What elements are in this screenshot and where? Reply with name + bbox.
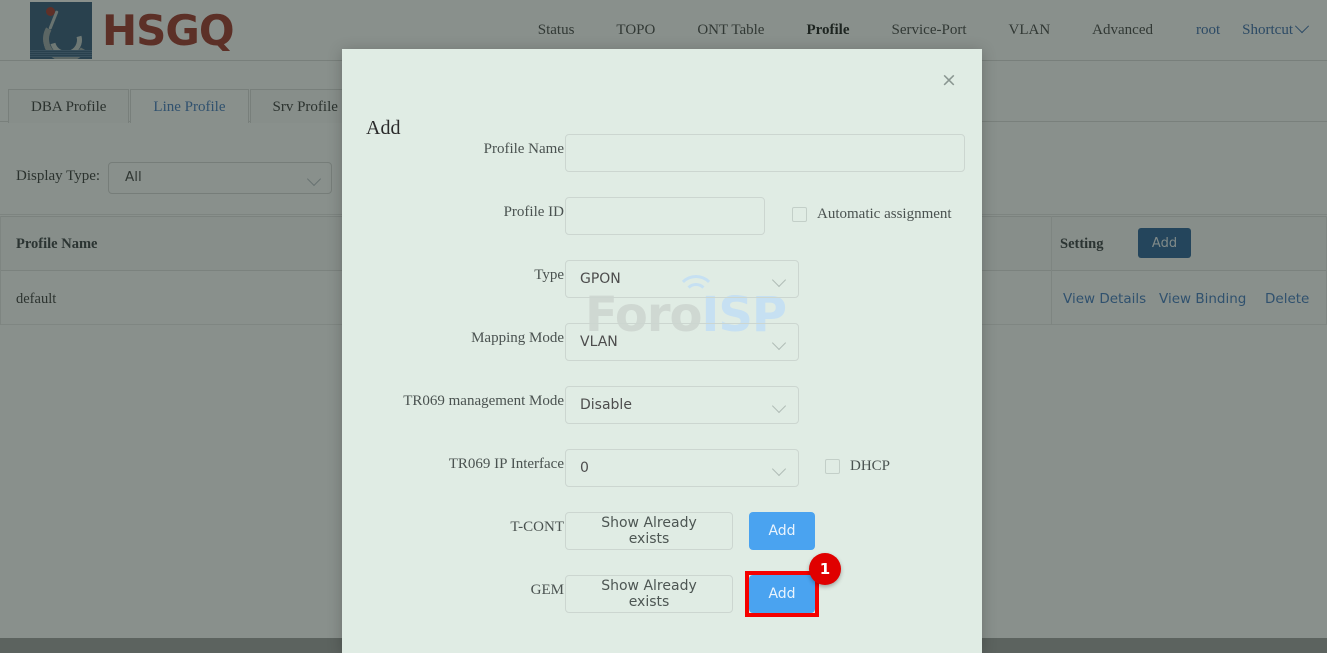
- profile-id-label: Profile ID: [503, 204, 564, 220]
- checkbox-icon: [792, 207, 807, 222]
- tr069-management-mode-value: Disable: [580, 397, 632, 413]
- profile-id-input[interactable]: [565, 197, 765, 235]
- tr069-ip-interface-select[interactable]: 0: [565, 449, 799, 487]
- chevron-down-icon: [771, 398, 787, 414]
- checkbox-icon: [825, 459, 840, 474]
- automatic-assignment-checkbox[interactable]: Automatic assignment: [792, 206, 952, 223]
- automatic-assignment-label: Automatic assignment: [817, 206, 952, 222]
- gem-label: GEM: [530, 582, 564, 598]
- close-icon[interactable]: ×: [938, 69, 960, 91]
- mapping-mode-label: Mapping Mode: [471, 330, 564, 346]
- tr069-ip-interface-label: TR069 IP Interface: [448, 456, 564, 472]
- gem-add-button[interactable]: Add: [749, 575, 815, 613]
- gem-show-existing-button[interactable]: Show Already exists: [565, 575, 733, 613]
- tcont-add-button[interactable]: Add: [749, 512, 815, 550]
- chevron-down-icon: [771, 335, 787, 351]
- tcont-show-existing-button[interactable]: Show Already exists: [565, 512, 733, 550]
- profile-name-label: Profile Name: [483, 141, 564, 157]
- type-value: GPON: [580, 271, 621, 287]
- tr069-management-mode-select[interactable]: Disable: [565, 386, 799, 424]
- type-label: Type: [534, 267, 564, 283]
- tcont-label: T-CONT: [510, 519, 564, 535]
- chevron-down-icon: [771, 461, 787, 477]
- tr069-ip-interface-value: 0: [580, 460, 589, 476]
- chevron-down-icon: [771, 272, 787, 288]
- dhcp-checkbox[interactable]: DHCP: [825, 458, 890, 475]
- dhcp-label: DHCP: [850, 458, 891, 474]
- profile-name-input[interactable]: [565, 134, 965, 172]
- mapping-mode-select[interactable]: VLAN: [565, 323, 799, 361]
- mapping-mode-value: VLAN: [580, 334, 618, 350]
- add-line-profile-dialog: Add × ForoISP Profile Name Profile ID Au…: [342, 49, 982, 653]
- type-select[interactable]: GPON: [565, 260, 799, 298]
- step-badge-1: 1: [809, 553, 841, 585]
- tr069-management-mode-label: TR069 management Mode: [403, 393, 564, 409]
